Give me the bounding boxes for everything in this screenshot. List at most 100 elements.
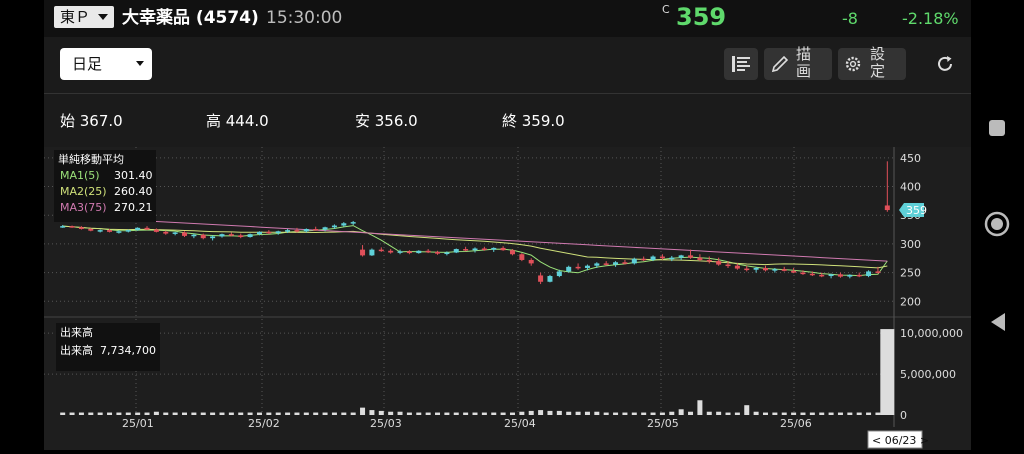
draw-label: 描画 xyxy=(796,46,812,80)
candle-body xyxy=(866,271,872,277)
price-change: -8 xyxy=(842,9,858,28)
ma3-line xyxy=(62,215,888,262)
candle-body xyxy=(256,231,262,235)
volume-bar xyxy=(753,411,759,415)
candle-body xyxy=(416,250,422,254)
candle-body xyxy=(331,225,337,228)
candle-body xyxy=(772,269,778,271)
candle-body xyxy=(463,249,469,251)
price-axis-label: 250 xyxy=(900,267,921,280)
volume-bar xyxy=(294,412,300,415)
chart-toolbar: 日足 描画 設定 xyxy=(44,37,971,94)
time-axis-label: 25/05 xyxy=(647,417,679,430)
time-axis-label: 25/03 xyxy=(370,417,402,430)
period-select[interactable]: 日足 xyxy=(60,48,152,80)
volume-bar xyxy=(285,412,291,415)
candle-body xyxy=(875,271,881,273)
volume-legend-label: 出来高 xyxy=(60,343,93,357)
candle-body xyxy=(350,222,356,224)
volume-bar xyxy=(350,412,356,415)
candle-body xyxy=(69,226,75,228)
draw-button[interactable]: 描画 xyxy=(764,46,832,80)
recent-apps-icon[interactable] xyxy=(987,118,1007,138)
time-axis-label: 25/02 xyxy=(248,417,280,430)
volume-bar xyxy=(688,411,694,415)
candle-body xyxy=(125,230,131,232)
volume-bar xyxy=(875,412,881,415)
low-value: 安 356.0 xyxy=(355,112,418,130)
candle-body xyxy=(659,256,665,259)
volume-bar xyxy=(725,412,731,415)
candle-body xyxy=(388,250,394,253)
volume-bar xyxy=(406,412,412,415)
volume-bar xyxy=(659,412,665,415)
price-axis: 450400350300250200 xyxy=(900,152,921,308)
candle-body xyxy=(97,230,103,232)
candle-body xyxy=(847,274,853,277)
period-label: 日足 xyxy=(72,55,103,73)
candle-body xyxy=(650,256,656,260)
volume-bar xyxy=(378,410,384,415)
home-icon[interactable] xyxy=(984,211,1010,237)
candle-body xyxy=(303,228,309,232)
price-axis-label: 200 xyxy=(900,295,921,308)
chevron-down-icon xyxy=(136,61,144,66)
price-axis-label: 450 xyxy=(900,152,921,165)
candle-body xyxy=(556,271,562,277)
volume-bar xyxy=(182,412,188,415)
market-select[interactable]: 東Ｐ xyxy=(54,6,114,28)
candle-body xyxy=(809,273,815,276)
volume-bar xyxy=(228,412,234,415)
candlestick-chart[interactable]: 単純移動平均 MA1(5) 301.40 MA2(25) 260.40 MA3(… xyxy=(44,147,971,450)
candle-body xyxy=(172,232,178,234)
candle-body xyxy=(631,258,637,264)
time-axis: 25/01 25/02 25/03 25/04 25/05 25/06 xyxy=(122,417,812,430)
candle-body xyxy=(313,228,319,231)
candle-body xyxy=(435,251,441,254)
candle-body xyxy=(247,234,253,238)
volume-bar xyxy=(762,412,768,415)
volume-bar xyxy=(519,411,525,415)
volume-bar xyxy=(641,412,647,415)
volume-bar xyxy=(322,412,328,415)
back-icon[interactable] xyxy=(988,311,1008,333)
candle-body xyxy=(519,254,525,260)
settings-label: 設定 xyxy=(870,46,886,80)
volume-bar xyxy=(781,412,787,415)
open-value: 始 367.0 xyxy=(60,112,123,130)
chart-grid xyxy=(44,147,971,427)
ma2-value: 260.40 xyxy=(114,185,153,198)
volume-bar xyxy=(397,411,403,415)
candle-body xyxy=(837,274,843,277)
volume-bar xyxy=(819,412,825,415)
volume-bar xyxy=(116,412,122,415)
candle-body xyxy=(78,227,84,229)
app-window: 東Ｐ 大幸薬品 (4574) 15:30:00 C 359 -8 -2.18% … xyxy=(44,0,971,450)
candle-body xyxy=(753,267,759,270)
volume-bar xyxy=(491,412,497,415)
candle-body xyxy=(107,230,113,232)
candle-body xyxy=(547,276,553,282)
volume-bar xyxy=(622,412,628,415)
candle-body xyxy=(697,257,703,260)
list-view-button[interactable] xyxy=(724,48,758,80)
chart-area[interactable]: 単純移動平均 MA1(5) 301.40 MA2(25) 260.40 MA3(… xyxy=(44,147,971,450)
quote-time: 15:30:00 xyxy=(266,8,343,28)
candle-body xyxy=(444,252,450,255)
candle-body xyxy=(397,251,403,253)
candle-body xyxy=(182,232,188,236)
volume-bar xyxy=(135,412,141,415)
candle-body xyxy=(575,266,581,269)
ma2-line xyxy=(62,225,888,269)
candle-body xyxy=(322,227,328,230)
candle-body xyxy=(228,234,234,236)
settings-button[interactable]: 設定 xyxy=(838,46,906,80)
candle-body xyxy=(285,230,291,232)
candle-body xyxy=(725,264,731,267)
volume-bar xyxy=(444,412,450,415)
candle-body xyxy=(688,255,694,258)
candle-body xyxy=(800,272,806,275)
candle-body xyxy=(135,227,141,231)
refresh-icon[interactable] xyxy=(934,53,956,75)
candle-body xyxy=(819,274,825,277)
